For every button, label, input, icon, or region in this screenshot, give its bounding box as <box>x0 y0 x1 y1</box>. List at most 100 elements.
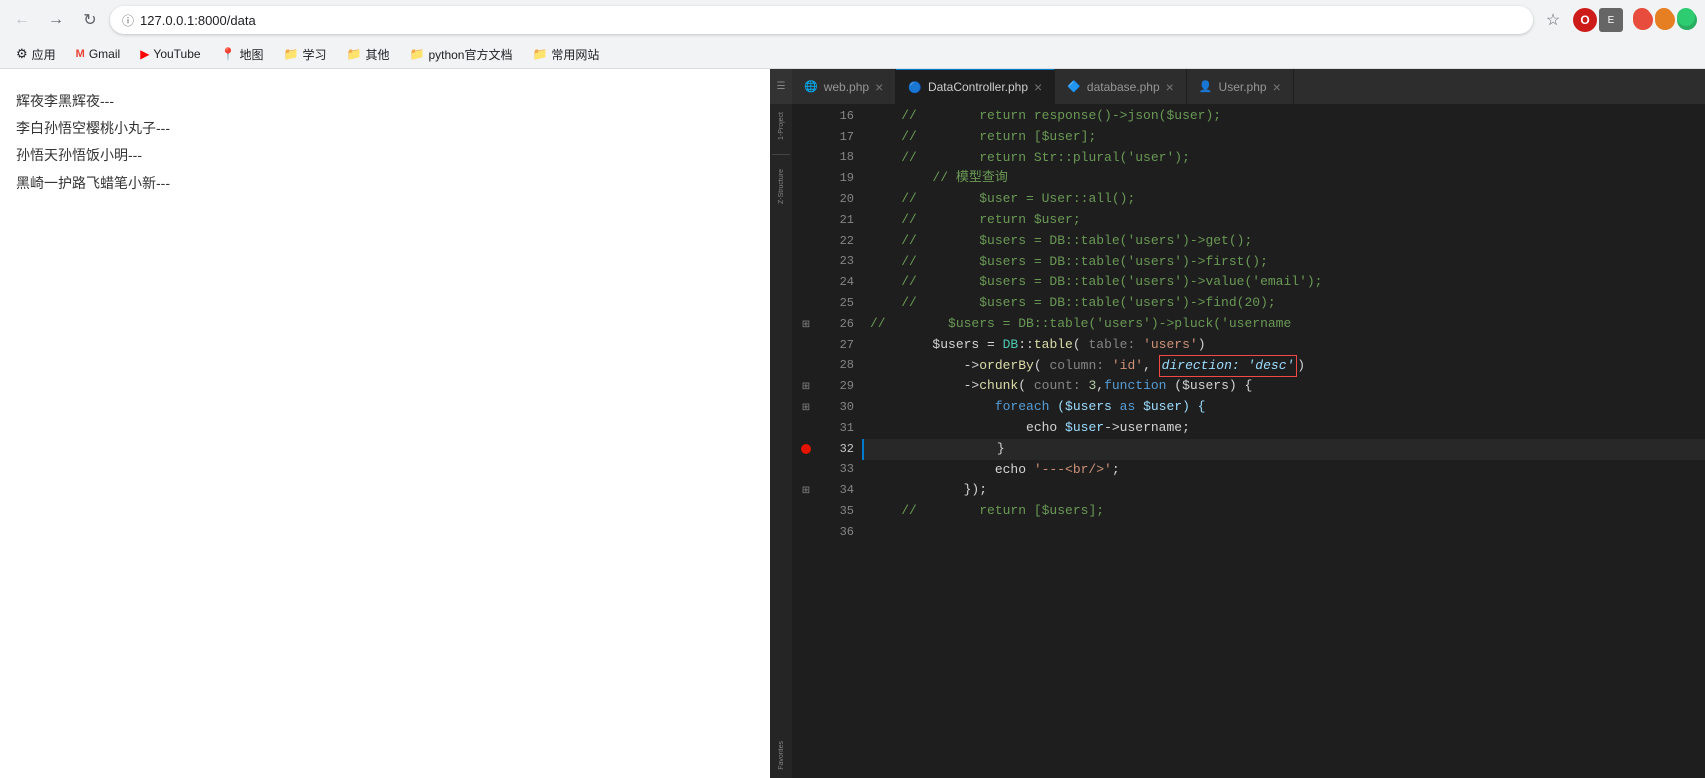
gutter-line <box>792 210 820 231</box>
line-number: 23 <box>820 252 854 273</box>
bookmark-gmail[interactable]: M Gmail <box>68 45 129 63</box>
code-token: ; <box>1112 460 1120 481</box>
code-line: // $user = User::all(); <box>862 189 1705 210</box>
tab-user[interactable]: 👤 User.php × <box>1187 69 1294 104</box>
code-token: // <box>870 210 917 231</box>
gutter-line <box>792 460 820 481</box>
code-token: chunk <box>979 376 1018 397</box>
line-number: 32 <box>820 439 854 460</box>
code-token: $users = DB::table('users')->get(); <box>917 231 1252 252</box>
fold-icon[interactable]: ⊞ <box>802 402 810 413</box>
project-label[interactable]: 1-Project <box>776 108 787 144</box>
code-token: ($users <box>1049 397 1119 418</box>
code-token: Str::plural('user'); <box>1034 148 1190 169</box>
back-button[interactable]: ← <box>8 6 36 34</box>
tab-web-php-label: web.php <box>824 80 869 94</box>
bookmarks-bar: ⚙ 应用 M Gmail ▶ YouTube 📍 地图 📁 学习 📁 其他 📁 … <box>0 40 1705 68</box>
bookmark-maps[interactable]: 📍 地图 <box>213 44 272 65</box>
gutter-line <box>792 252 820 273</box>
bookmark-youtube[interactable]: ▶ YouTube <box>132 45 208 63</box>
common-icon: 📁 <box>532 47 547 61</box>
code-token: orderBy <box>979 356 1034 377</box>
bookmark-star-button[interactable]: ☆ <box>1539 6 1567 34</box>
code-line: foreach ($users as $user) { <box>862 397 1705 418</box>
tab-datacontroller[interactable]: 🔵 DataController.php × <box>896 69 1055 104</box>
code-token: return $user; <box>917 210 1081 231</box>
bookmark-common-label: 常用网站 <box>551 46 599 63</box>
tab-web-php-close[interactable]: × <box>875 79 883 95</box>
code-token: ( <box>1073 335 1089 356</box>
fold-icon[interactable]: ⊞ <box>802 381 810 392</box>
browser-content: 辉夜李黑辉夜--- 李白孙悟空樱桃小丸子--- 孙悟天孙悟饭小明--- 黑崎一护… <box>0 69 770 778</box>
code-token: $user <box>1065 418 1104 439</box>
bookmark-python-label: python官方文档 <box>428 46 512 63</box>
vscode-editor: ☰ 🌐 web.php × 🔵 DataController.php × 🔷 d… <box>770 69 1705 778</box>
line-number: 24 <box>820 272 854 293</box>
code-token: -> <box>870 376 979 397</box>
opera-icon[interactable]: O <box>1573 8 1597 32</box>
code-token: $users = DB::table('users')->pluck('user… <box>886 314 1292 335</box>
fold-icon[interactable]: ⊞ <box>802 319 810 330</box>
tab-datacontroller-close[interactable]: × <box>1034 79 1042 95</box>
tab-database-close[interactable]: × <box>1166 79 1174 95</box>
code-token: echo <box>870 418 1065 439</box>
code-token: ( <box>1034 356 1050 377</box>
code-line: }); <box>862 480 1705 501</box>
code-token: return [$users]; <box>917 501 1104 522</box>
gutter-line: ⊞ <box>792 397 820 418</box>
structure-label[interactable]: Z-Structure <box>776 165 787 208</box>
line-number: 29 <box>820 376 854 397</box>
forward-button[interactable]: → <box>42 6 70 34</box>
code-editor[interactable]: // return response()->json($user); // re… <box>862 104 1705 778</box>
code-token: as <box>1120 397 1136 418</box>
code-token: $users = DB::table('users')->value('emai… <box>917 272 1323 293</box>
bookmark-study[interactable]: 📁 学习 <box>276 44 335 65</box>
tab-user-close[interactable]: × <box>1273 79 1281 95</box>
url-text: 127.0.0.1:8000/data <box>140 13 1521 28</box>
bookmark-python[interactable]: 📁 python官方文档 <box>401 44 520 65</box>
tab-database[interactable]: 🔷 database.php × <box>1055 69 1187 104</box>
sidebar-handle[interactable]: ☰ <box>770 69 792 104</box>
code-line: // return response()->json($user); <box>862 106 1705 127</box>
study-icon: 📁 <box>284 47 299 61</box>
fold-icon[interactable]: ⊞ <box>802 485 810 496</box>
code-line: // $users = DB::table('users')->value('e… <box>862 272 1705 293</box>
gutter-line: ⊞ <box>792 314 820 335</box>
bookmark-apps[interactable]: ⚙ 应用 <box>8 44 64 65</box>
code-token: $users = <box>870 335 1003 356</box>
gutter-line <box>792 272 820 293</box>
extension-icon[interactable]: E <box>1599 8 1623 32</box>
code-token: response()->json($user); <box>1034 106 1221 127</box>
gutter-line: ⊞ <box>792 376 820 397</box>
code-line: } <box>862 439 1705 460</box>
address-bar[interactable]: ⓘ 127.0.0.1:8000/data <box>110 6 1533 34</box>
line-number: 27 <box>820 335 854 356</box>
bookmark-youtube-label: YouTube <box>153 47 200 61</box>
gutter-line <box>792 522 820 543</box>
youtube-icon: ▶ <box>140 47 149 61</box>
code-line <box>862 522 1705 543</box>
code-token: } <box>872 439 1005 460</box>
tab-web-php[interactable]: 🌐 web.php × <box>792 69 896 104</box>
code-line: // $users = DB::table('users')->pluck('u… <box>862 314 1705 335</box>
favorites-label[interactable]: Favorites <box>776 737 787 774</box>
code-token: , <box>1096 376 1104 397</box>
code-token: return [$user]; <box>917 127 1096 148</box>
code-token: // <box>870 501 917 522</box>
breakpoint-dot[interactable] <box>801 444 811 454</box>
line-number: 35 <box>820 501 854 522</box>
bookmark-common[interactable]: 📁 常用网站 <box>524 44 607 65</box>
code-line: ->orderBy( column: 'id', direction: 'des… <box>862 356 1705 377</box>
gutter-line <box>792 231 820 252</box>
code-token: // <box>870 148 917 169</box>
reload-button[interactable]: ↻ <box>76 6 104 34</box>
gutter-line <box>792 106 820 127</box>
other-icon: 📁 <box>347 47 362 61</box>
bookmark-other[interactable]: 📁 其他 <box>339 44 398 65</box>
line-number: 19 <box>820 168 854 189</box>
code-token: count: <box>1034 376 1081 397</box>
code-token <box>870 397 995 418</box>
line-number: 31 <box>820 418 854 439</box>
main-area: 辉夜李黑辉夜--- 李白孙悟空樱桃小丸子--- 孙悟天孙悟饭小明--- 黑崎一护… <box>0 69 1705 778</box>
bookmark-gmail-label: Gmail <box>89 47 120 61</box>
